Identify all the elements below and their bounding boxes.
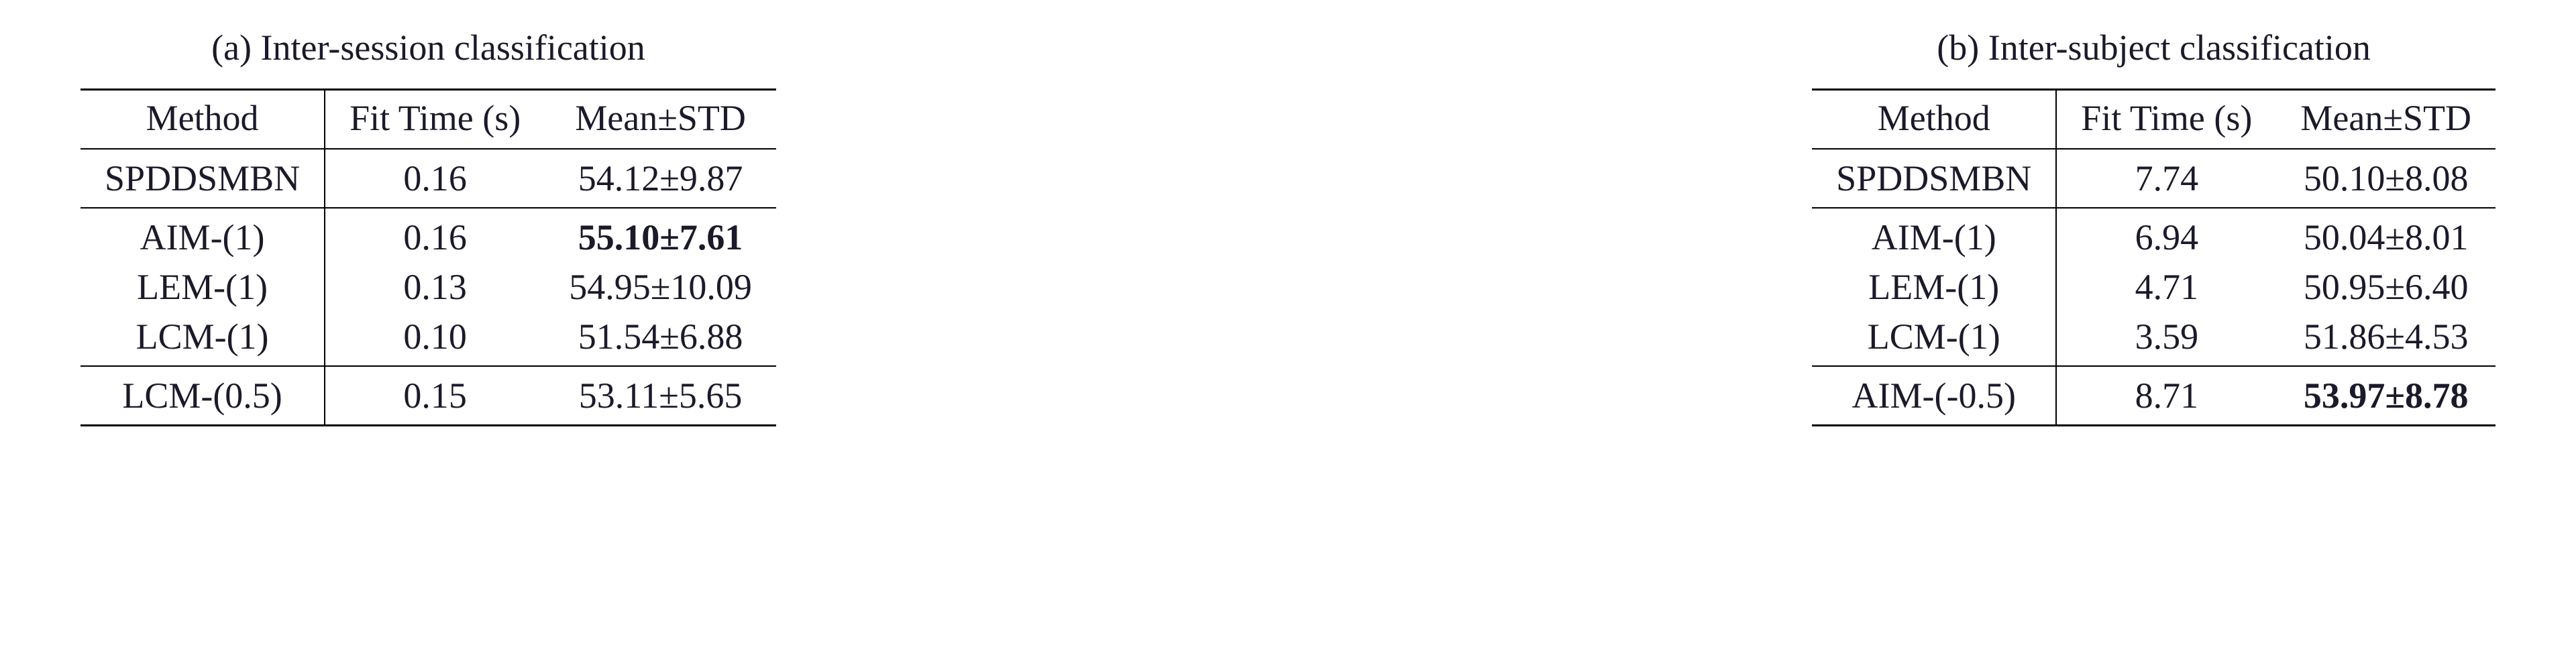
cell-mean: 55.10±7.61 bbox=[545, 208, 776, 262]
cell-fit: 0.16 bbox=[325, 208, 545, 262]
table-a-caption: (a) Inter-session classification bbox=[211, 27, 645, 68]
cell-mean: 53.97±8.78 bbox=[2276, 366, 2496, 426]
cell-fit: 8.71 bbox=[2056, 366, 2276, 426]
cell-fit: 0.13 bbox=[325, 262, 545, 312]
table-a-block: (a) Inter-session classification Method … bbox=[80, 27, 776, 426]
table-row: LEM-(1) 0.13 54.95±10.09 bbox=[80, 262, 776, 312]
cell-method: AIM-(-0.5) bbox=[1812, 366, 2056, 426]
cell-method: AIM-(1) bbox=[1812, 208, 2056, 262]
table-a: Method Fit Time (s) Mean±STD SPDDSMBN 0.… bbox=[80, 89, 776, 426]
cell-mean: 54.12±9.87 bbox=[545, 149, 776, 208]
cell-method: LCM-(1) bbox=[1812, 312, 2056, 366]
col-header-mean: Mean±STD bbox=[545, 90, 776, 150]
cell-fit: 3.59 bbox=[2056, 312, 2276, 366]
table-row: SPDDSMBN 7.74 50.10±8.08 bbox=[1812, 149, 2496, 208]
table-row: LCM-(1) 3.59 51.86±4.53 bbox=[1812, 312, 2496, 366]
cell-method: LEM-(1) bbox=[1812, 262, 2056, 312]
col-header-fit: Fit Time (s) bbox=[2056, 90, 2276, 150]
cell-method: SPDDSMBN bbox=[1812, 149, 2056, 208]
cell-fit: 7.74 bbox=[2056, 149, 2276, 208]
col-header-method: Method bbox=[1812, 90, 2056, 150]
col-header-method: Method bbox=[80, 90, 325, 150]
cell-mean: 50.10±8.08 bbox=[2276, 149, 2496, 208]
table-row: AIM-(1) 0.16 55.10±7.61 bbox=[80, 208, 776, 262]
cell-mean: 54.95±10.09 bbox=[545, 262, 776, 312]
table-row: AIM-(-0.5) 8.71 53.97±8.78 bbox=[1812, 366, 2496, 426]
table-b-block: (b) Inter-subject classification Method … bbox=[1812, 27, 2496, 426]
cell-method: AIM-(1) bbox=[80, 208, 325, 262]
cell-method: SPDDSMBN bbox=[80, 149, 325, 208]
table-row: AIM-(1) 6.94 50.04±8.01 bbox=[1812, 208, 2496, 262]
cell-method: LCM-(0.5) bbox=[80, 366, 325, 426]
cell-method: LEM-(1) bbox=[80, 262, 325, 312]
cell-mean: 50.04±8.01 bbox=[2276, 208, 2496, 262]
table-header-row: Method Fit Time (s) Mean±STD bbox=[80, 90, 776, 150]
col-header-mean: Mean±STD bbox=[2276, 90, 2496, 150]
cell-method: LCM-(1) bbox=[80, 312, 325, 366]
table-row: LCM-(0.5) 0.15 53.11±5.65 bbox=[80, 366, 776, 426]
cell-mean: 51.54±6.88 bbox=[545, 312, 776, 366]
cell-fit: 0.10 bbox=[325, 312, 545, 366]
col-header-fit: Fit Time (s) bbox=[325, 90, 545, 150]
table-row: LEM-(1) 4.71 50.95±6.40 bbox=[1812, 262, 2496, 312]
cell-mean: 53.11±5.65 bbox=[545, 366, 776, 426]
table-row: SPDDSMBN 0.16 54.12±9.87 bbox=[80, 149, 776, 208]
page-container: (a) Inter-session classification Method … bbox=[0, 0, 2576, 467]
cell-fit: 4.71 bbox=[2056, 262, 2276, 312]
table-b: Method Fit Time (s) Mean±STD SPDDSMBN 7.… bbox=[1812, 89, 2496, 426]
cell-mean: 50.95±6.40 bbox=[2276, 262, 2496, 312]
cell-fit: 6.94 bbox=[2056, 208, 2276, 262]
cell-fit: 0.16 bbox=[325, 149, 545, 208]
cell-fit: 0.15 bbox=[325, 366, 545, 426]
table-b-caption: (b) Inter-subject classification bbox=[1937, 27, 2371, 68]
table-row: LCM-(1) 0.10 51.54±6.88 bbox=[80, 312, 776, 366]
cell-mean: 51.86±4.53 bbox=[2276, 312, 2496, 366]
table-header-row: Method Fit Time (s) Mean±STD bbox=[1812, 90, 2496, 150]
